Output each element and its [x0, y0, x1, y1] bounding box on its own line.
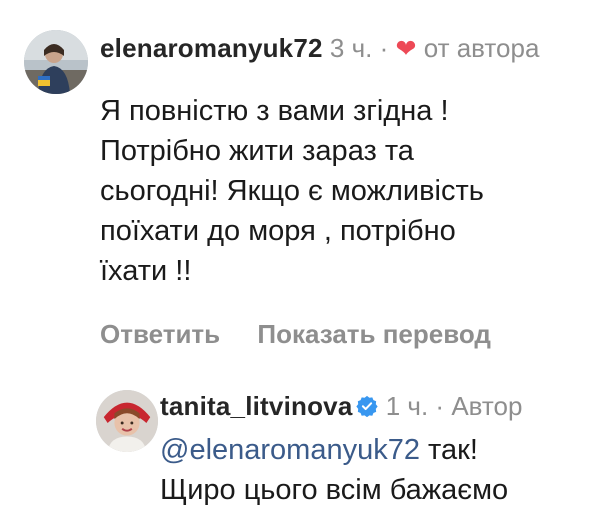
timestamp[interactable]: 3 ч.	[330, 33, 372, 63]
comment-text-part: так!	[419, 434, 478, 466]
timestamp[interactable]: 1 ч.	[386, 391, 428, 421]
separator: ·	[435, 391, 445, 421]
username[interactable]: tanita_litvinova	[160, 391, 352, 421]
show-translation-button[interactable]: Показать перевод	[257, 319, 491, 349]
comment-text-line: Щиро цього всім бажаємо	[160, 474, 509, 506]
comment: elenaromanyuk72 3 ч. · ❤ от автора Я пов…	[24, 30, 580, 349]
reply-comment: tanita_litvinova 1 ч. · Автор @elenaroma…	[96, 388, 580, 510]
heart-icon: ❤	[395, 35, 417, 63]
separator: ·	[379, 33, 389, 63]
comment-meta: elenaromanyuk72 3 ч. · ❤ от автора	[100, 30, 580, 67]
username[interactable]: elenaromanyuk72	[100, 33, 323, 63]
comment-meta: tanita_litvinova 1 ч. · Автор	[160, 388, 580, 424]
avatar[interactable]	[96, 390, 158, 452]
mention-link[interactable]: @elenaromanyuk72	[160, 434, 420, 466]
author-badge: Автор	[451, 391, 523, 421]
verified-badge-icon	[356, 395, 379, 417]
reply-button[interactable]: Ответить	[100, 319, 220, 349]
comment-actions: Ответить Показать перевод	[100, 319, 580, 349]
comment-text: @elenaromanyuk72 так! Щиро цього всім ба…	[160, 430, 580, 510]
comment-text: Я повністю з вами згідна ! Потрібно жити…	[100, 95, 484, 287]
liked-by-author-label: от автора	[423, 33, 540, 63]
avatar[interactable]	[24, 30, 88, 94]
